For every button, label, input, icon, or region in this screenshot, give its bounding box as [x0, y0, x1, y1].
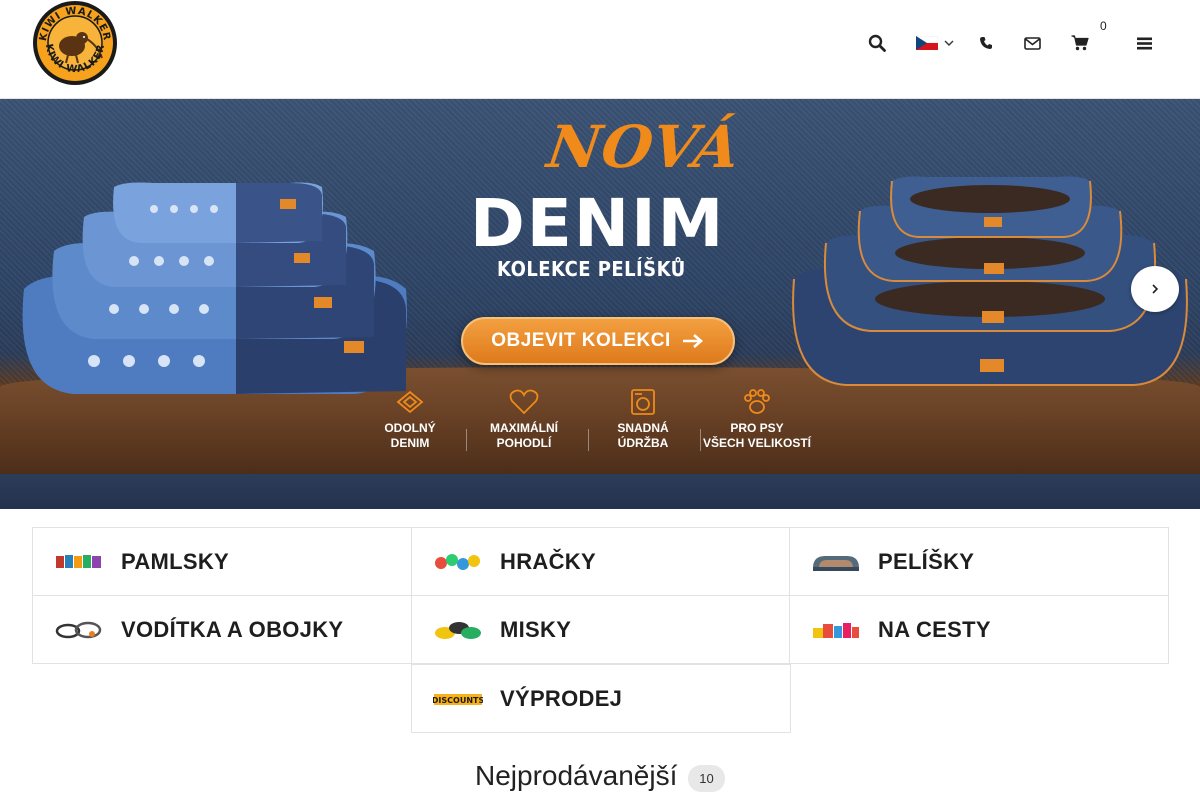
category-bowls[interactable]: MISKY [411, 595, 791, 664]
hero-banner[interactable]: NOVÁ DENIM KOLEKCE PELÍŠKŮ OBJEVIT KOLEK… [0, 99, 1200, 509]
category-label: PELÍŠKY [878, 548, 975, 574]
paw-icon [744, 389, 770, 414]
feature-line1: MAXIMÁLNÍ [490, 421, 558, 435]
category-label: PAMLSKY [121, 548, 230, 574]
feature-easy-care: SNADNÁ ÚDRŽBA [583, 389, 703, 451]
menu-icon[interactable] [1135, 30, 1153, 56]
svg-text:DISCOUNTS: DISCOUNTS [433, 696, 483, 705]
treats-thumbnail [56, 554, 101, 568]
hero-subtitle: KOLEKCE PELÍŠKŮ [497, 257, 686, 281]
cart-count-badge: 0 [1100, 19, 1107, 33]
category-label: VODÍTKA A OBOJKY [121, 616, 344, 642]
denim-beds-light-image [22, 182, 407, 394]
denim-strip [0, 474, 1200, 509]
cz-flag-icon [916, 36, 938, 50]
arrow-right-icon [682, 334, 703, 348]
feature-line1: SNADNÁ [617, 421, 669, 435]
heart-icon [509, 389, 539, 415]
category-label: NA CESTY [878, 616, 991, 642]
slider-next-button[interactable] [1131, 266, 1179, 312]
cta-label: OBJEVIT KOLEKCI [491, 330, 671, 351]
category-travel[interactable]: NA CESTY [789, 595, 1169, 664]
bestsellers-count-badge: 10 [688, 765, 725, 792]
category-leashes-collars[interactable]: VODÍTKA A OBOJKY [32, 595, 412, 664]
bowls-thumbnail [435, 621, 481, 639]
phone-icon[interactable] [977, 30, 995, 56]
search-icon[interactable] [866, 30, 888, 56]
category-sale[interactable]: DISCOUNTS VÝPRODEJ [411, 664, 791, 733]
chevron-down-icon [944, 40, 954, 46]
feature-line2: ÚDRŽBA [617, 436, 669, 450]
feature-line2: POHODLÍ [496, 436, 552, 450]
denim-beds-dark-image [792, 176, 1188, 386]
discounts-thumbnail: DISCOUNTS [433, 693, 483, 705]
category-beds[interactable]: PELÍŠKY [789, 527, 1169, 596]
feature-line2: VŠECH VELIKOSTÍ [702, 436, 812, 450]
toys-thumbnail [435, 553, 480, 570]
hero-headline: DENIM [470, 185, 726, 262]
category-label: MISKY [500, 616, 572, 642]
denim-weave-icon [396, 390, 424, 414]
travel-thumbnail [813, 622, 859, 638]
bestsellers-title: Nejprodávanější [475, 760, 678, 791]
feature-line2: DENIM [390, 436, 430, 450]
category-label: HRAČKY [500, 548, 596, 574]
feature-durable-denim: ODOLNÝ DENIM [350, 389, 470, 451]
category-label: VÝPRODEJ [500, 685, 623, 711]
beds-thumbnail [813, 555, 859, 571]
category-treats[interactable]: PAMLSKY [32, 527, 412, 596]
cart-icon[interactable] [1070, 30, 1090, 56]
discover-collection-button[interactable]: OBJEVIT KOLEKCI [461, 317, 735, 365]
feature-all-sizes: PRO PSY VŠECH VELIKOSTÍ [697, 389, 817, 451]
washing-machine-icon [631, 389, 655, 415]
hero-headline-small: NOVÁ [543, 113, 745, 181]
envelope-icon[interactable] [1022, 30, 1042, 56]
leashes-thumbnail [55, 621, 102, 638]
chevron-right-icon [1152, 284, 1159, 294]
site-header: KIWI WALKER KIWI WALKER 0 [0, 0, 1200, 99]
category-toys[interactable]: HRAČKY [411, 527, 791, 596]
feature-line1: ODOLNÝ [384, 421, 436, 435]
feature-line1: PRO PSY [730, 421, 784, 435]
language-selector[interactable] [916, 30, 956, 56]
kiwi-walker-logo[interactable]: KIWI WALKER KIWI WALKER [32, 0, 118, 86]
feature-max-comfort: MAXIMÁLNÍ POHODLÍ [464, 389, 584, 451]
